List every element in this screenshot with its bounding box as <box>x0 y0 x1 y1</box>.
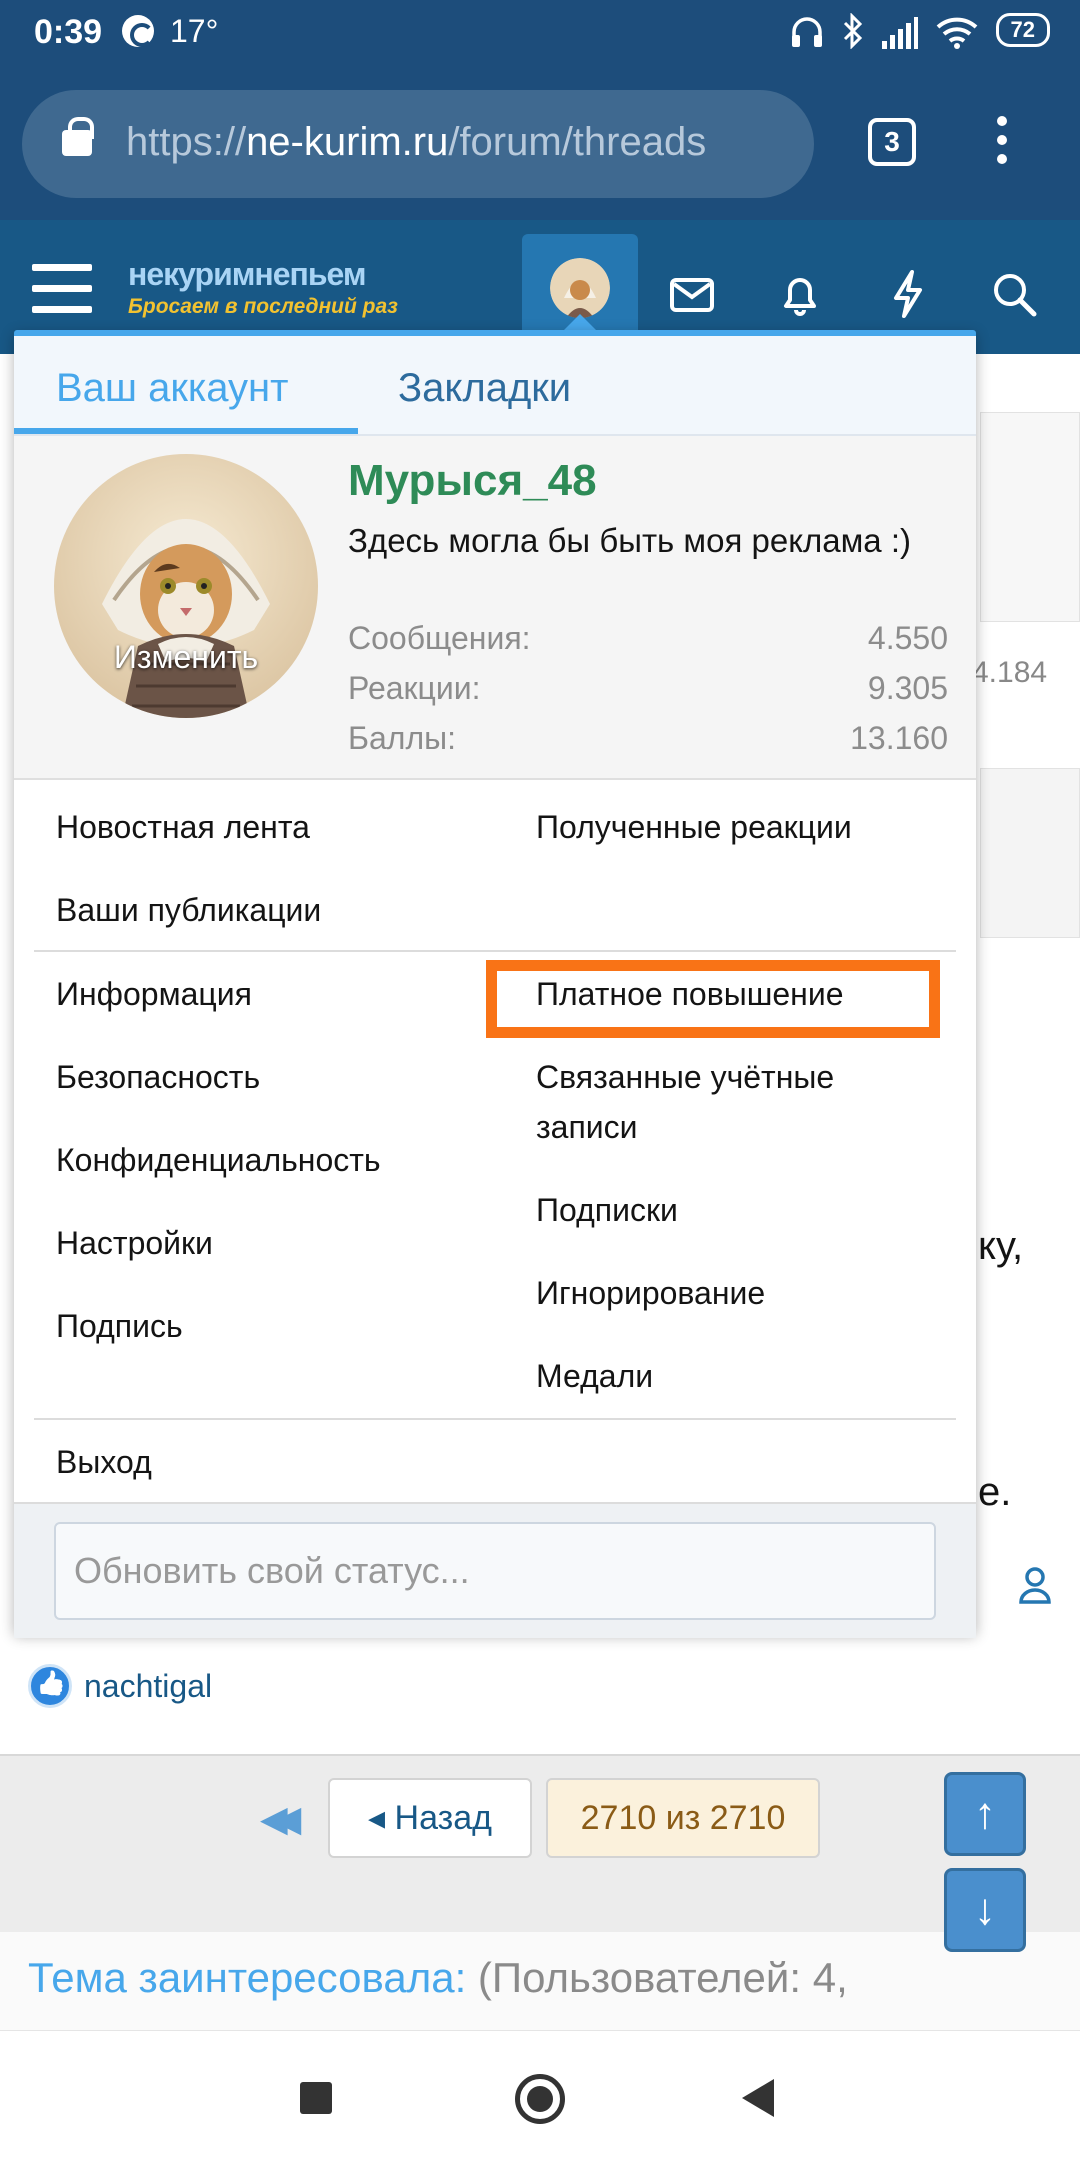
interest-count: (Пользователей: 4, <box>477 1954 848 2001</box>
menu-account-details[interactable]: Информация <box>56 969 252 1019</box>
menu-reactions-received[interactable]: Полученные реакции <box>536 802 852 852</box>
stat-points[interactable]: Баллы: 13.160 <box>348 720 948 757</box>
menu-your-content[interactable]: Ваши публикации <box>56 885 321 935</box>
stat-value: 13.160 <box>850 720 948 756</box>
system-navigation <box>0 2030 1080 2160</box>
status-temperature: 17° <box>170 13 219 49</box>
menu-connected-accounts[interactable]: Связанные учётные записи <box>536 1052 936 1152</box>
bell-icon[interactable] <box>774 268 826 320</box>
tab-switcher-button[interactable]: 3 <box>868 118 916 166</box>
wifi-icon <box>936 11 978 49</box>
browser-toolbar: https://ne-kurim.ru/forum/threads 3 <box>0 66 1080 220</box>
menu-privacy[interactable]: Конфиденциальность <box>56 1135 381 1185</box>
like-icon <box>28 1664 72 1708</box>
menu-preferences[interactable]: Настройки <box>56 1218 213 1268</box>
logo-title: некуримнепьем <box>128 256 367 292</box>
active-tab-indicator <box>14 428 358 434</box>
menu-news-feed[interactable]: Новостная лента <box>56 802 310 852</box>
battery-indicator: 72 <box>995 13 1050 47</box>
status-icons: 72 <box>790 11 1050 49</box>
site-logo[interactable]: некуримнепьем Бросаем в последний раз <box>128 256 398 319</box>
logo-tagline: Бросаем в последний раз <box>128 295 398 318</box>
stat-value: 9.305 <box>867 670 948 706</box>
bluetooth-icon <box>842 11 864 49</box>
scroll-down-button[interactable]: ↓ <box>944 1868 1026 1952</box>
status-input[interactable]: Обновить свой статус... <box>54 1522 936 1620</box>
url-host: ne-kurim.ru <box>246 120 449 164</box>
reactions-bar[interactable]: nachtigal <box>28 1664 212 1708</box>
browser-menu-button[interactable] <box>992 116 1012 172</box>
scroll-up-button[interactable]: ↑ <box>944 1772 1026 1856</box>
background-block <box>980 768 1080 938</box>
popup-tabs: Ваш аккаунт Закладки <box>14 336 976 436</box>
lightning-icon[interactable] <box>882 268 934 320</box>
search-icon[interactable] <box>988 268 1040 320</box>
back-button[interactable] <box>742 2079 774 2117</box>
prev-page-button[interactable]: ◂ Назад <box>328 1778 532 1858</box>
stat-messages[interactable]: Сообщения: 4.550 <box>348 620 948 657</box>
url-scheme: https:// <box>126 120 247 164</box>
profile-summary: Изменить Мурыся_48 Здесь могла бы быть м… <box>14 436 976 780</box>
account-popup: Ваш аккаунт Закладки Изменить Мурыся_48 … <box>14 330 976 1638</box>
background-text: е. <box>978 1470 1012 1514</box>
url-path: /forum/threads <box>448 120 707 164</box>
home-button[interactable] <box>515 2074 565 2124</box>
interested-users: Тема заинтересовала: (Пользователей: 4, <box>28 1954 848 2002</box>
tab-bookmarks[interactable]: Закладки <box>398 366 571 411</box>
stat-value: 4.550 <box>867 620 948 656</box>
stat-reactions[interactable]: Реакции: 9.305 <box>348 670 948 707</box>
stat-label: Реакции: <box>348 670 481 706</box>
profile-username[interactable]: Мурыся_48 <box>348 456 597 506</box>
status-bar: 0:39 17° 72 <box>0 0 1080 66</box>
background-text: ку, <box>978 1224 1024 1268</box>
menu-divider <box>34 1418 956 1420</box>
user-avatar-small <box>550 258 610 318</box>
menu-paid-upgrades[interactable]: Платное повышение <box>536 969 844 1019</box>
first-page-icon[interactable]: ◀◀ <box>260 1798 302 1840</box>
hamburger-menu-icon[interactable] <box>32 264 92 314</box>
user-avatar[interactable] <box>54 454 318 718</box>
background-count: 4.184 <box>972 656 1048 689</box>
avatar-edit-label[interactable]: Изменить <box>54 639 318 676</box>
profile-about: Здесь могла бы быть моя реклама :) <box>348 522 911 559</box>
menu-logout[interactable]: Выход <box>56 1437 152 1487</box>
background-card <box>980 412 1080 622</box>
sync-icon <box>122 15 154 47</box>
recents-button[interactable] <box>300 2082 332 2114</box>
reaction-user[interactable]: nachtigal <box>84 1668 212 1705</box>
address-bar[interactable]: https://ne-kurim.ru/forum/threads <box>22 90 814 198</box>
status-time: 0:39 <box>34 13 103 51</box>
menu-signature[interactable]: Подпись <box>56 1301 183 1351</box>
menu-security[interactable]: Безопасность <box>56 1052 260 1102</box>
menu-medals[interactable]: Медали <box>536 1351 653 1401</box>
menu-ignoring[interactable]: Игнорирование <box>536 1268 765 1318</box>
tab-your-account[interactable]: Ваш аккаунт <box>56 366 288 411</box>
pagination-bar: ◀◀ ◂ Назад 2710 из 2710 <box>0 1754 1080 1932</box>
stat-label: Сообщения: <box>348 620 531 656</box>
headphones-icon <box>790 11 824 49</box>
signal-icon <box>881 11 918 49</box>
page-indicator[interactable]: 2710 из 2710 <box>546 1778 820 1858</box>
menu-following[interactable]: Подписки <box>536 1185 678 1235</box>
url-text[interactable]: https://ne-kurim.ru/forum/threads <box>126 120 706 165</box>
stat-label: Баллы: <box>348 720 457 756</box>
menu-divider <box>34 950 956 952</box>
user-icon[interactable] <box>1018 1566 1052 1609</box>
interest-label: Тема заинтересовала: <box>28 1954 467 2001</box>
mail-icon[interactable] <box>666 268 718 320</box>
lock-icon <box>62 117 94 156</box>
